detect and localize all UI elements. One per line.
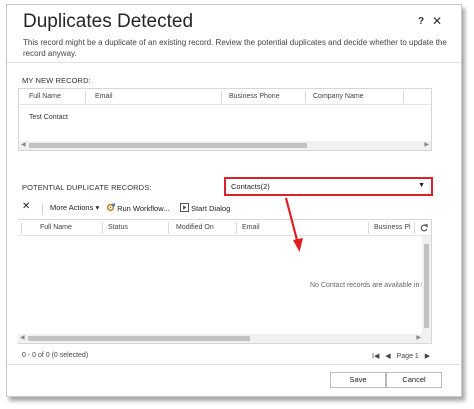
- chevron-down-icon: ▼: [418, 182, 425, 189]
- delete-icon[interactable]: ✕: [22, 201, 30, 212]
- scroll-left-icon[interactable]: ◀: [21, 142, 26, 149]
- scroll-right-icon[interactable]: ▶: [424, 142, 429, 149]
- grid-toolbar: ✕ More Actions ▾ Run Workflow... Start D…: [18, 201, 432, 218]
- column-header-email[interactable]: Email: [242, 224, 260, 231]
- new-record-grid: Full Name Email Business Phone Company N…: [18, 88, 432, 151]
- column-header-status[interactable]: Status: [108, 224, 128, 231]
- workflow-icon: [106, 203, 115, 212]
- potential-duplicates-grid: Full Name Status Modified On Email Busin…: [18, 219, 432, 344]
- help-button[interactable]: ?: [418, 16, 424, 27]
- next-page-icon[interactable]: ▶: [425, 353, 430, 360]
- column-separator: [414, 222, 415, 234]
- start-dialog-button[interactable]: Start Dialog: [180, 203, 230, 213]
- toolbar-separator: [42, 204, 43, 215]
- column-header-modified-on[interactable]: Modified On: [176, 224, 214, 231]
- column-separator: [168, 222, 169, 234]
- column-separator: [85, 91, 86, 103]
- close-button[interactable]: ✕: [432, 14, 442, 28]
- divider: [7, 62, 461, 63]
- vertical-scrollbar[interactable]: [422, 236, 431, 336]
- column-separator: [221, 91, 222, 103]
- record-count-status: 0 - 0 of 0 (0 selected): [22, 352, 89, 359]
- horizontal-scrollbar[interactable]: ◀ ▶: [19, 141, 431, 150]
- run-workflow-label: Run Workflow...: [117, 204, 170, 213]
- scroll-thumb[interactable]: [424, 244, 429, 328]
- column-separator: [368, 222, 369, 234]
- play-dialog-icon: [180, 203, 189, 212]
- scroll-thumb[interactable]: [29, 143, 307, 148]
- cancel-button[interactable]: Cancel: [386, 372, 442, 388]
- dropdown-value: Contacts(2): [231, 182, 270, 191]
- column-header-full-name[interactable]: Full Name: [29, 93, 61, 100]
- empty-grid-message: No Contact records are available in th: [310, 282, 428, 289]
- column-header-full-name[interactable]: Full Name: [40, 224, 72, 231]
- more-actions-button[interactable]: More Actions ▾: [50, 203, 99, 212]
- chevron-down-icon: ▾: [95, 203, 100, 212]
- dialog-description: This record might be a duplicate of an e…: [23, 38, 447, 58]
- divider: [7, 364, 462, 365]
- run-workflow-button[interactable]: Run Workflow...: [106, 203, 169, 213]
- scroll-thumb[interactable]: [28, 336, 250, 341]
- column-separator: [305, 91, 306, 103]
- entity-select-dropdown[interactable]: Contacts(2) ▼: [224, 177, 433, 196]
- scroll-left-icon[interactable]: ◀: [20, 335, 25, 342]
- column-separator: [403, 91, 404, 103]
- column-header-email[interactable]: Email: [95, 93, 113, 100]
- save-button[interactable]: Save: [330, 372, 386, 388]
- refresh-icon[interactable]: [420, 224, 428, 232]
- previous-page-icon[interactable]: ◀: [385, 353, 390, 360]
- first-page-icon[interactable]: I◀: [372, 353, 379, 360]
- grid-header: Full Name Status Modified On Email Busin…: [18, 220, 431, 236]
- horizontal-scrollbar[interactable]: ◀ ▶: [18, 334, 431, 343]
- column-separator: [102, 222, 103, 234]
- column-separator: [21, 222, 22, 234]
- my-new-record-label: MY NEW RECORD:: [22, 76, 91, 85]
- column-header-business-phone[interactable]: Business Phone: [229, 93, 280, 100]
- start-dialog-label: Start Dialog: [191, 204, 231, 213]
- scroll-right-icon[interactable]: ▶: [416, 335, 421, 342]
- column-header-business-phone[interactable]: Business Pl: [374, 224, 411, 231]
- column-header-company-name[interactable]: Company Name: [313, 93, 364, 100]
- more-actions-label: More Actions: [50, 203, 94, 212]
- column-separator: [236, 222, 237, 234]
- grid-header: Full Name Email Business Phone Company N…: [19, 89, 431, 105]
- dialog-title: Duplicates Detected: [23, 11, 194, 32]
- potential-duplicates-label: POTENTIAL DUPLICATE RECORDS:: [22, 183, 152, 192]
- page-number: Page 1: [396, 353, 419, 360]
- table-row[interactable]: Test Contact: [29, 114, 68, 121]
- pager: I◀ ◀ Page 1 ▶: [372, 352, 434, 360]
